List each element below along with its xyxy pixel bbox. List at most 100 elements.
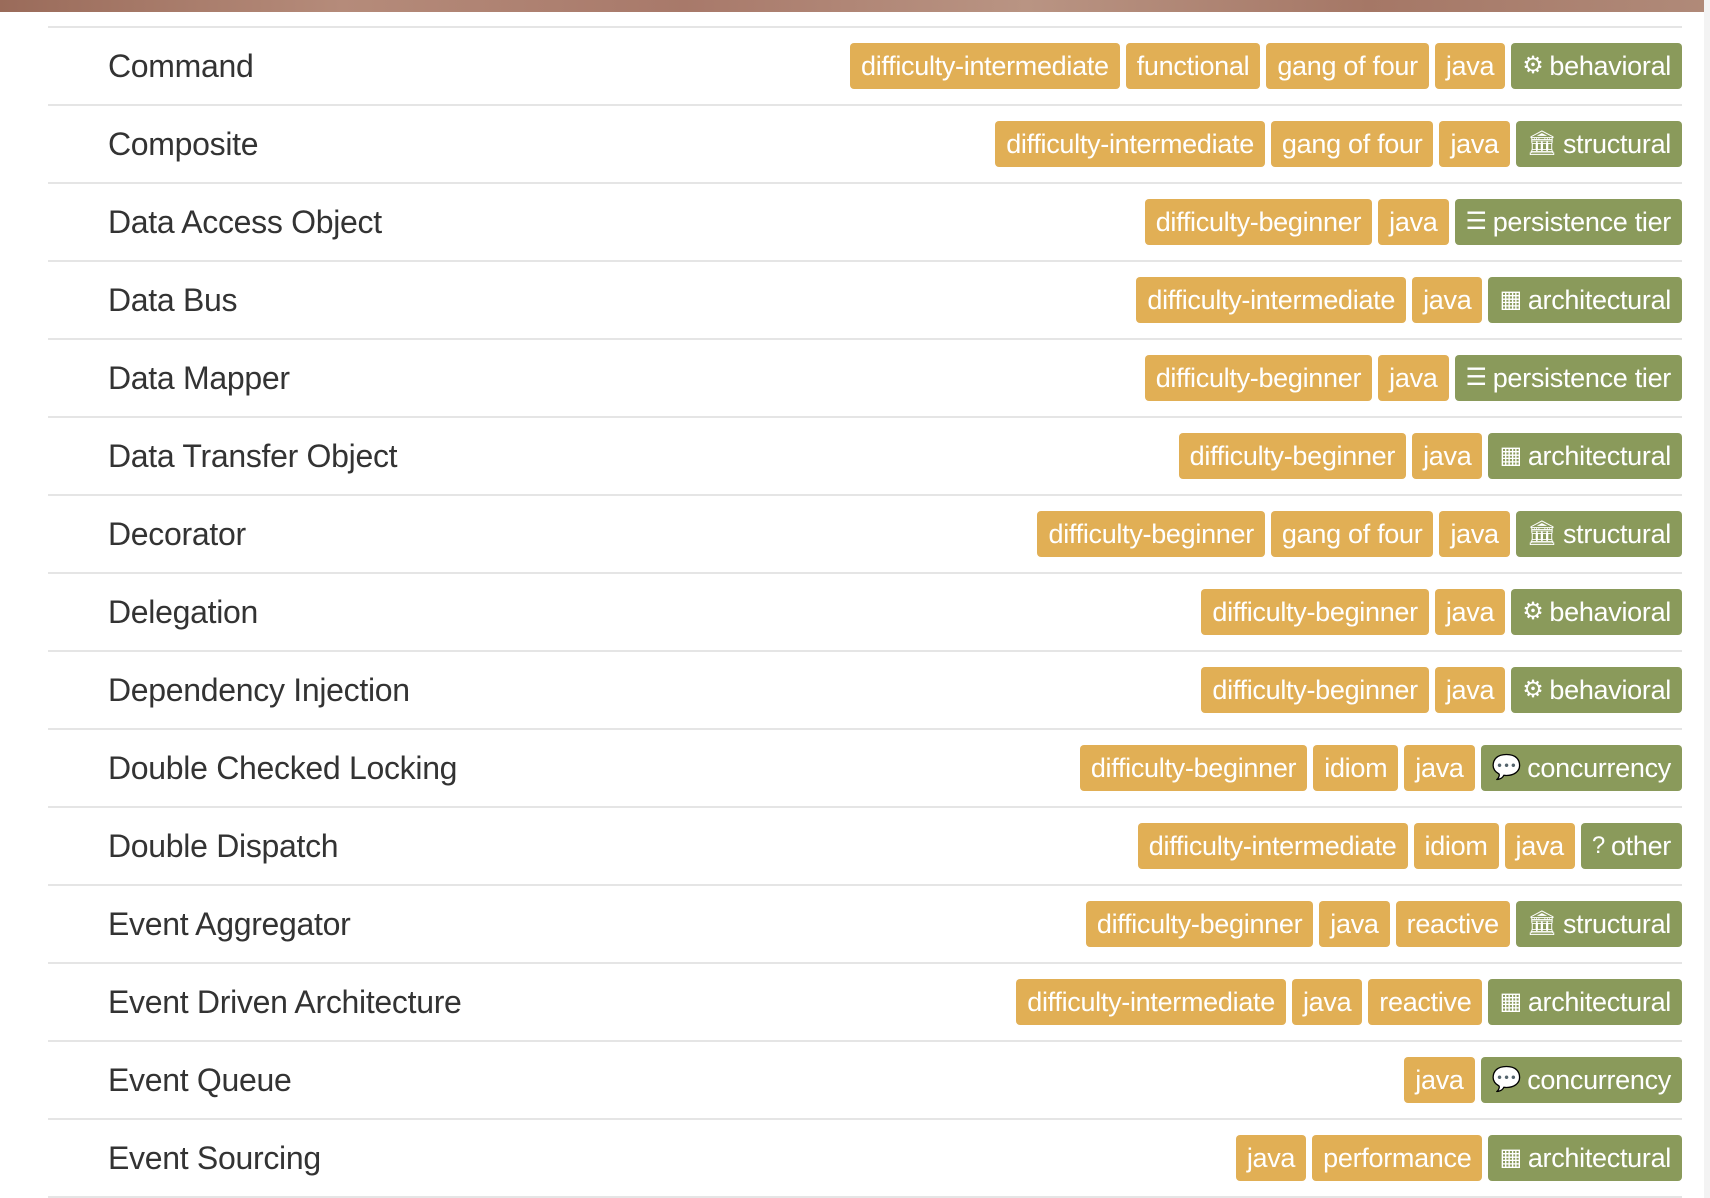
pattern-row: Event Sourcing java performance ▦ architectu… [48,1120,1682,1198]
scrollbar-track[interactable] [1704,0,1710,1198]
category-tag[interactable]: ☰ persistence tier [1454,199,1682,245]
category-tag[interactable]: ▦ architectural [1488,433,1682,479]
pattern-title-link[interactable]: Data Bus [108,282,238,319]
keyword-tag[interactable]: java [1434,667,1506,713]
pattern-title-link[interactable]: Data Mapper [108,360,290,397]
keyword-tag[interactable]: java [1404,745,1475,791]
keyword-tag[interactable]: java [1378,199,1449,245]
bank-icon: 🏛 [1526,910,1557,937]
pattern-title-link[interactable]: Decorator [108,516,246,553]
keyword-tag[interactable]: gang of four [1270,511,1434,557]
category-tag[interactable]: ☰ persistence tier [1454,355,1682,401]
keyword-tag[interactable]: difficulty-beginner [1178,433,1407,479]
pattern-title-link[interactable]: Dependency Injection [108,672,410,709]
pattern-title-link[interactable]: Data Transfer Object [108,438,398,475]
pattern-title-link[interactable]: Event Sourcing [108,1140,321,1177]
category-tag[interactable]: ▦ architectural [1488,979,1682,1025]
keyword-tag[interactable]: gang of four [1270,121,1434,167]
category-tag[interactable]: 💬 concurrency [1480,745,1682,791]
pattern-title-link[interactable]: Event Aggregator [108,906,351,943]
keyword-tag[interactable]: difficulty-beginner [1201,667,1429,713]
keyword-tag[interactable]: functional [1125,43,1261,89]
category-tag[interactable]: ? other [1580,823,1682,869]
keyword-tag[interactable]: java [1235,1135,1307,1181]
keyword-tag[interactable]: difficulty-beginner [1079,745,1308,791]
tag-group: difficulty-beginner java ☰ persistence tier [1144,199,1682,245]
keyword-tag[interactable]: difficulty-beginner [1037,511,1265,557]
tag-group: difficulty-beginner gang of four java 🏛 stru… [1037,511,1682,557]
pattern-title-link[interactable]: Double Dispatch [108,828,339,865]
tag-group: difficulty-intermediate java reactive ▦ arch… [1016,979,1682,1025]
keyword-tag[interactable]: difficulty-intermediate [1016,979,1286,1025]
header-image-strip [0,0,1710,12]
category-tag[interactable]: 🏛 structural [1515,901,1682,947]
keyword-tag[interactable]: java [1319,901,1390,947]
tag-group: difficulty-beginner java ☰ persistence tier [1144,355,1682,401]
keyword-tag[interactable]: difficulty-beginner [1201,589,1429,635]
pattern-row: Data Transfer Object difficulty-beginner j… [48,418,1682,496]
building-icon: ▦ [1499,286,1522,313]
keyword-tag[interactable]: difficulty-intermediate [850,43,1120,89]
pattern-title-link[interactable]: Data Access Object [108,204,382,241]
category-tag[interactable]: 🏛 structural [1515,511,1682,557]
keyword-tag[interactable]: difficulty-beginner [1144,199,1373,245]
category-label: architectural [1527,284,1671,315]
tag-group: difficulty-beginner java ▦ architectural [1178,433,1682,479]
pattern-title-link[interactable]: Composite [108,126,259,163]
tag-group: difficulty-beginner java ⚙ behavioral [1201,589,1682,635]
tag-group: java performance ▦ architectural [1235,1135,1682,1181]
keyword-tag[interactable]: java [1291,979,1363,1025]
pattern-title-link[interactable]: Command [108,48,254,85]
category-tag[interactable]: ▦ architectural [1488,1135,1682,1181]
category-tag[interactable]: 💬 concurrency [1480,1057,1682,1103]
keyword-tag[interactable]: performance [1312,1135,1483,1181]
category-tag[interactable]: ⚙ behavioral [1511,589,1682,635]
database-icon: ☰ [1465,208,1488,235]
pattern-title-link[interactable]: Double Checked Locking [108,750,457,787]
keyword-tag[interactable]: java [1412,433,1483,479]
keyword-tag[interactable]: java [1439,121,1510,167]
keyword-tag[interactable]: difficulty-beginner [1085,901,1314,947]
keyword-tag[interactable]: difficulty-intermediate [1136,277,1407,323]
category-label: concurrency [1527,1064,1671,1095]
keyword-tag[interactable]: java [1404,1057,1475,1103]
category-label: concurrency [1527,752,1671,783]
keyword-tag[interactable]: java [1434,43,1506,89]
keyword-tag[interactable]: idiom [1313,745,1399,791]
tag-group: difficulty-beginner java ⚙ behavioral [1201,667,1682,713]
category-tag[interactable]: ⚙ behavioral [1511,43,1682,89]
pattern-row: Data Access Object difficulty-beginner jav… [48,184,1682,262]
category-label: persistence tier [1492,206,1672,237]
cogs-icon: ⚙ [1522,676,1544,703]
pattern-title-link[interactable]: Event Driven Architecture [108,984,462,1021]
tag-group: java 💬 concurrency [1404,1057,1682,1103]
tag-group: difficulty-intermediate idiom java? other [1137,823,1682,869]
category-label: structural [1562,908,1671,939]
keyword-tag[interactable]: difficulty-beginner [1144,355,1373,401]
pattern-row: Command difficulty-intermediate functional… [48,28,1682,106]
pattern-title-link[interactable]: Event Queue [108,1062,292,1099]
pattern-row: Data Mapper difficulty-beginner java ☰ persi… [48,340,1682,418]
pattern-row: Delegation difficulty-beginner java ⚙ behavi… [48,574,1682,652]
keyword-tag[interactable]: java [1504,823,1575,869]
keyword-tag[interactable]: java [1412,277,1483,323]
category-label: persistence tier [1492,362,1672,393]
comments-icon: 💬 [1491,1066,1522,1093]
tag-group: difficulty-intermediate java ▦ architectura… [1136,277,1682,323]
keyword-tag[interactable]: reactive [1368,979,1483,1025]
category-label: structural [1562,518,1671,549]
keyword-tag[interactable]: java [1378,355,1449,401]
keyword-tag[interactable]: difficulty-intermediate [995,121,1265,167]
category-label: behavioral [1549,674,1671,705]
keyword-tag[interactable]: idiom [1413,823,1499,869]
keyword-tag[interactable]: difficulty-intermediate [1137,823,1408,869]
pattern-title-link[interactable]: Delegation [108,594,258,631]
pattern-row: Decorator difficulty-beginner gang of four… [48,496,1682,574]
keyword-tag[interactable]: reactive [1395,901,1510,947]
category-tag[interactable]: ▦ architectural [1488,277,1682,323]
category-tag[interactable]: 🏛 structural [1515,121,1682,167]
keyword-tag[interactable]: gang of four [1266,43,1429,89]
keyword-tag[interactable]: java [1439,511,1510,557]
keyword-tag[interactable]: java [1434,589,1506,635]
category-tag[interactable]: ⚙ behavioral [1511,667,1682,713]
